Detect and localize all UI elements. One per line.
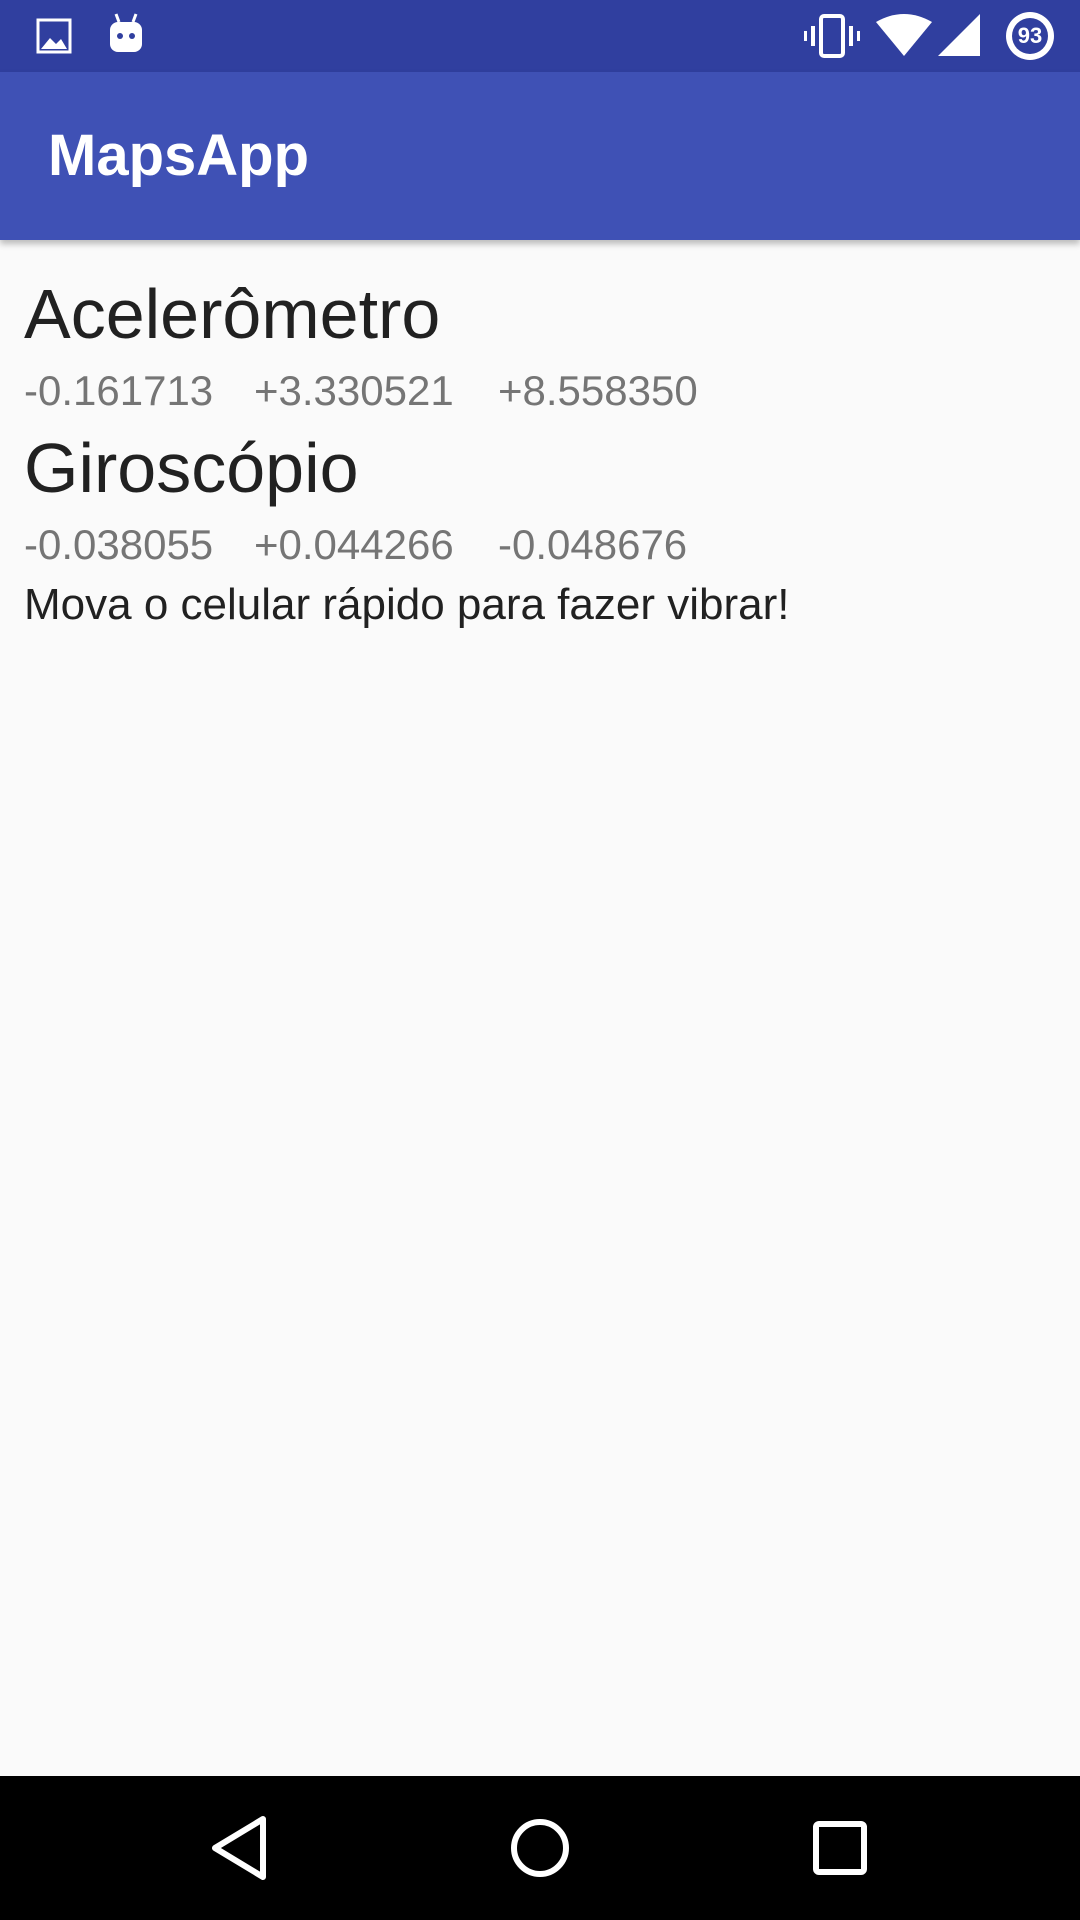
back-icon[interactable]: [195, 1803, 285, 1893]
accelerometer-y-value: +3.330521: [254, 367, 454, 414]
sensor-content: Acelerômetro -0.161713 +3.330521 +8.5583…: [0, 240, 1080, 1776]
gyroscope-x-value: -0.038055: [24, 521, 214, 568]
cell-signal-icon: [938, 14, 980, 56]
gyroscope-heading: Giroscópio: [24, 429, 359, 507]
app-bar: MapsApp: [0, 72, 1080, 240]
recents-icon[interactable]: [795, 1803, 885, 1893]
vibrate-icon: [804, 14, 860, 58]
battery-level: 93: [1017, 23, 1043, 48]
accelerometer-heading: Acelerômetro: [24, 275, 441, 353]
accelerometer-x-value: -0.161713: [24, 367, 214, 414]
home-icon[interactable]: [495, 1803, 585, 1893]
status-bar: 93: [0, 0, 1080, 72]
image-notification-icon: [36, 18, 72, 54]
battery-icon: 93: [1004, 10, 1056, 62]
accelerometer-z-value: +8.558350: [498, 367, 698, 414]
vibrate-message: Mova o celular rápido para fazer vibrar!: [24, 580, 790, 629]
gyroscope-y-value: +0.044266: [254, 521, 454, 568]
wifi-icon: [876, 14, 932, 56]
app-title: MapsApp: [48, 123, 309, 188]
navigation-bar: [0, 1776, 1080, 1920]
android-notification-icon: [110, 13, 142, 52]
gyroscope-z-value: -0.048676: [498, 521, 688, 568]
